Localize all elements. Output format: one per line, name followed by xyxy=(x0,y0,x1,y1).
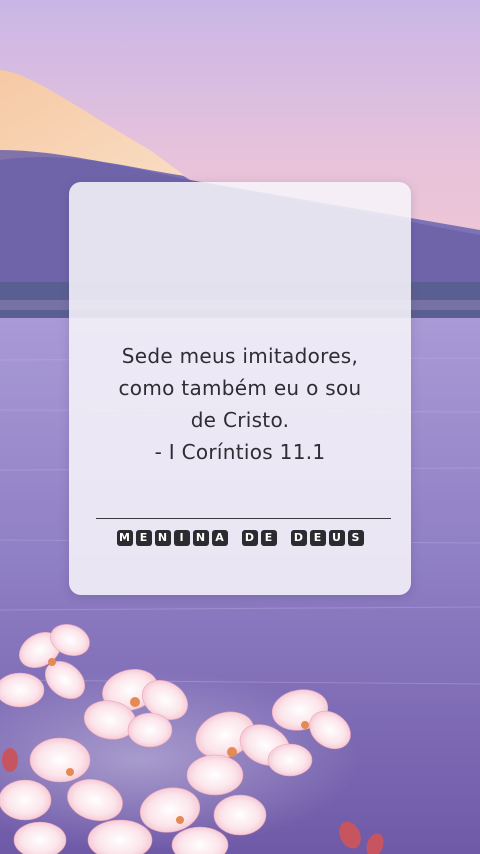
brand-letter: N xyxy=(192,530,209,546)
brand-letter: N xyxy=(154,530,171,546)
brand-letter: E xyxy=(309,530,326,546)
quote-line: Sede meus imitadores, xyxy=(121,344,359,368)
brand-letter: E xyxy=(135,530,152,546)
quote-text: Sede meus imitadores, como também eu o s… xyxy=(69,340,411,468)
quote-line: de Cristo. xyxy=(190,408,290,432)
quote-line: como também eu o sou xyxy=(118,376,362,400)
divider xyxy=(96,518,391,519)
brand-word-gap xyxy=(280,530,288,546)
brand-letter: U xyxy=(328,530,345,546)
quote-reference: - I Coríntios 11.1 xyxy=(154,440,326,464)
brand-letter: I xyxy=(173,530,190,546)
brand-letter: D xyxy=(290,530,307,546)
brand-letter: A xyxy=(211,530,228,546)
brand-letter: S xyxy=(347,530,364,546)
brand-letter: M xyxy=(116,530,133,546)
quote-card: Sede meus imitadores, como também eu o s… xyxy=(69,182,411,595)
brand-word-gap xyxy=(231,530,239,546)
brand-letter: E xyxy=(260,530,277,546)
brand-letter: D xyxy=(241,530,258,546)
brand-label: MENINADEDEUS xyxy=(69,530,411,546)
